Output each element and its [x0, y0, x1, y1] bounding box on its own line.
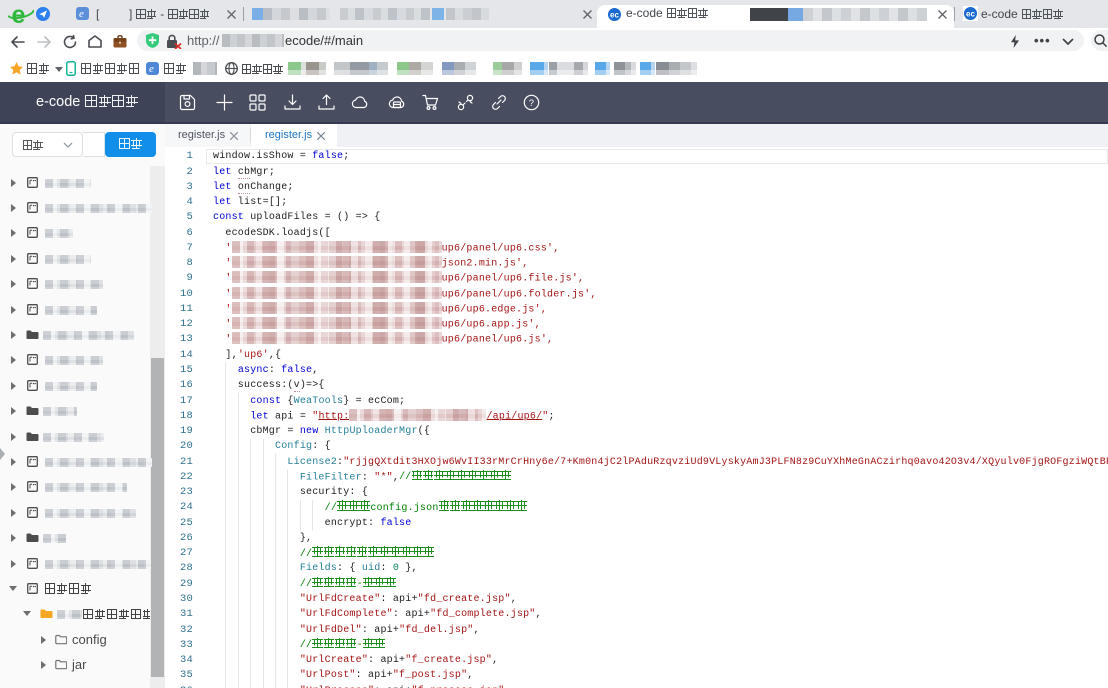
svg-text:e: e — [12, 1, 26, 27]
svg-text:ec: ec — [966, 10, 975, 19]
svg-text:?: ? — [529, 98, 534, 109]
svg-text:e: e — [79, 8, 84, 20]
svg-text:ec: ec — [610, 11, 619, 20]
svg-text:e: e — [149, 63, 154, 75]
